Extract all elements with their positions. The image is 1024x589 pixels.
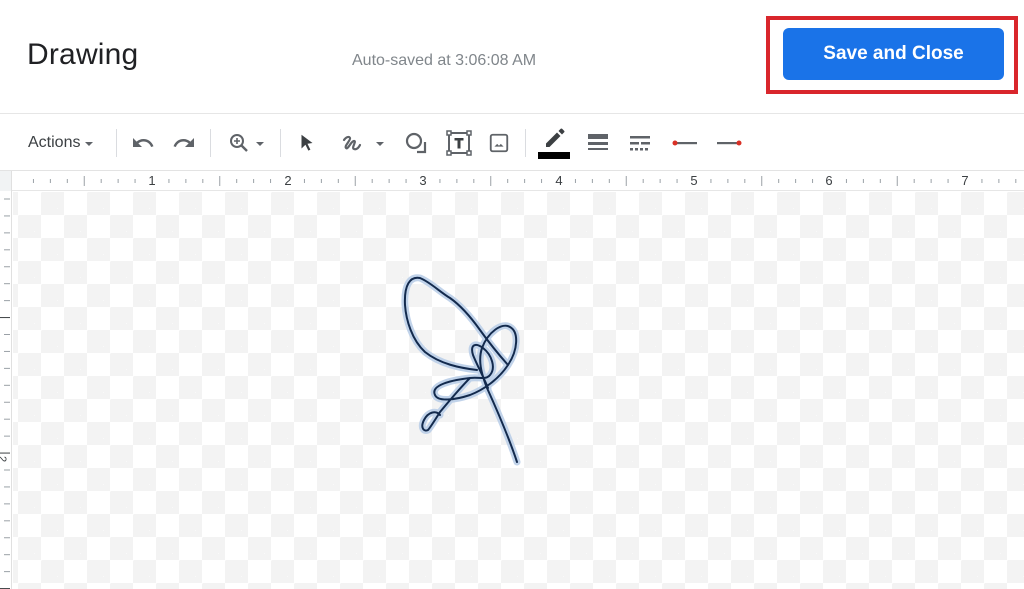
actions-menu-button[interactable]: Actions — [28, 125, 94, 161]
ruler-label: 2 — [0, 456, 8, 462]
line-weight-icon — [588, 134, 608, 150]
shape-icon — [405, 132, 427, 154]
image-icon — [489, 133, 509, 153]
toolbar-divider — [116, 129, 117, 157]
ruler-label: 6 — [825, 173, 833, 188]
dialog-title: Drawing — [27, 38, 139, 71]
undo-button[interactable] — [128, 125, 158, 161]
save-and-close-button[interactable]: Save and Close — [783, 28, 1004, 80]
chevron-down-icon — [255, 142, 264, 146]
drawing-toolbar: Actions — [0, 115, 1024, 171]
line-end-button[interactable] — [712, 125, 746, 161]
line-dash-button[interactable] — [626, 125, 654, 161]
zoom-menu-button[interactable] — [222, 125, 268, 161]
line-tool-button[interactable] — [334, 125, 390, 161]
ruler-label: 5 — [690, 173, 698, 188]
shape-tool-button[interactable] — [400, 125, 432, 161]
toolbar-divider — [210, 129, 211, 157]
ruler-label: 2 — [284, 173, 292, 188]
dialog-header: Drawing Auto-saved at 3:06:08 AM Save an… — [0, 0, 1024, 114]
insert-image-button[interactable] — [485, 125, 513, 161]
line-start-button[interactable] — [668, 125, 702, 161]
signature-drawing[interactable] — [380, 260, 560, 480]
text-box-icon — [446, 130, 472, 156]
line-color-button[interactable] — [536, 125, 572, 161]
line-color-icon — [538, 128, 570, 159]
toolbar-divider — [525, 129, 526, 157]
text-box-button[interactable] — [443, 125, 475, 161]
ruler-ticks — [0, 198, 10, 589]
autosave-status: Auto-saved at 3:06:08 AM — [352, 52, 537, 69]
zoom-icon — [229, 134, 248, 152]
ruler-label: 1 — [148, 173, 156, 188]
line-end-icon — [717, 140, 742, 146]
undo-icon — [133, 138, 154, 147]
line-weight-button[interactable] — [584, 125, 612, 161]
ruler-corner — [0, 171, 12, 191]
select-icon — [301, 134, 313, 151]
actions-label: Actions — [28, 134, 81, 151]
redo-button[interactable] — [169, 125, 199, 161]
line-scribble-icon — [342, 135, 362, 151]
ruler-label: 3 — [419, 173, 427, 188]
chevron-down-icon — [85, 142, 94, 146]
line-start-icon — [672, 140, 697, 146]
horizontal-ruler: 1 2 3 4 5 6 7 — [0, 171, 1024, 191]
redo-icon — [173, 138, 194, 147]
line-dash-icon — [630, 136, 650, 151]
vertical-ruler: 2 — [0, 191, 12, 589]
ruler-label: 7 — [961, 173, 969, 188]
select-tool-button[interactable] — [293, 125, 321, 161]
toolbar-divider — [280, 129, 281, 157]
chevron-down-icon — [376, 142, 384, 146]
ruler-label: 4 — [555, 173, 563, 188]
